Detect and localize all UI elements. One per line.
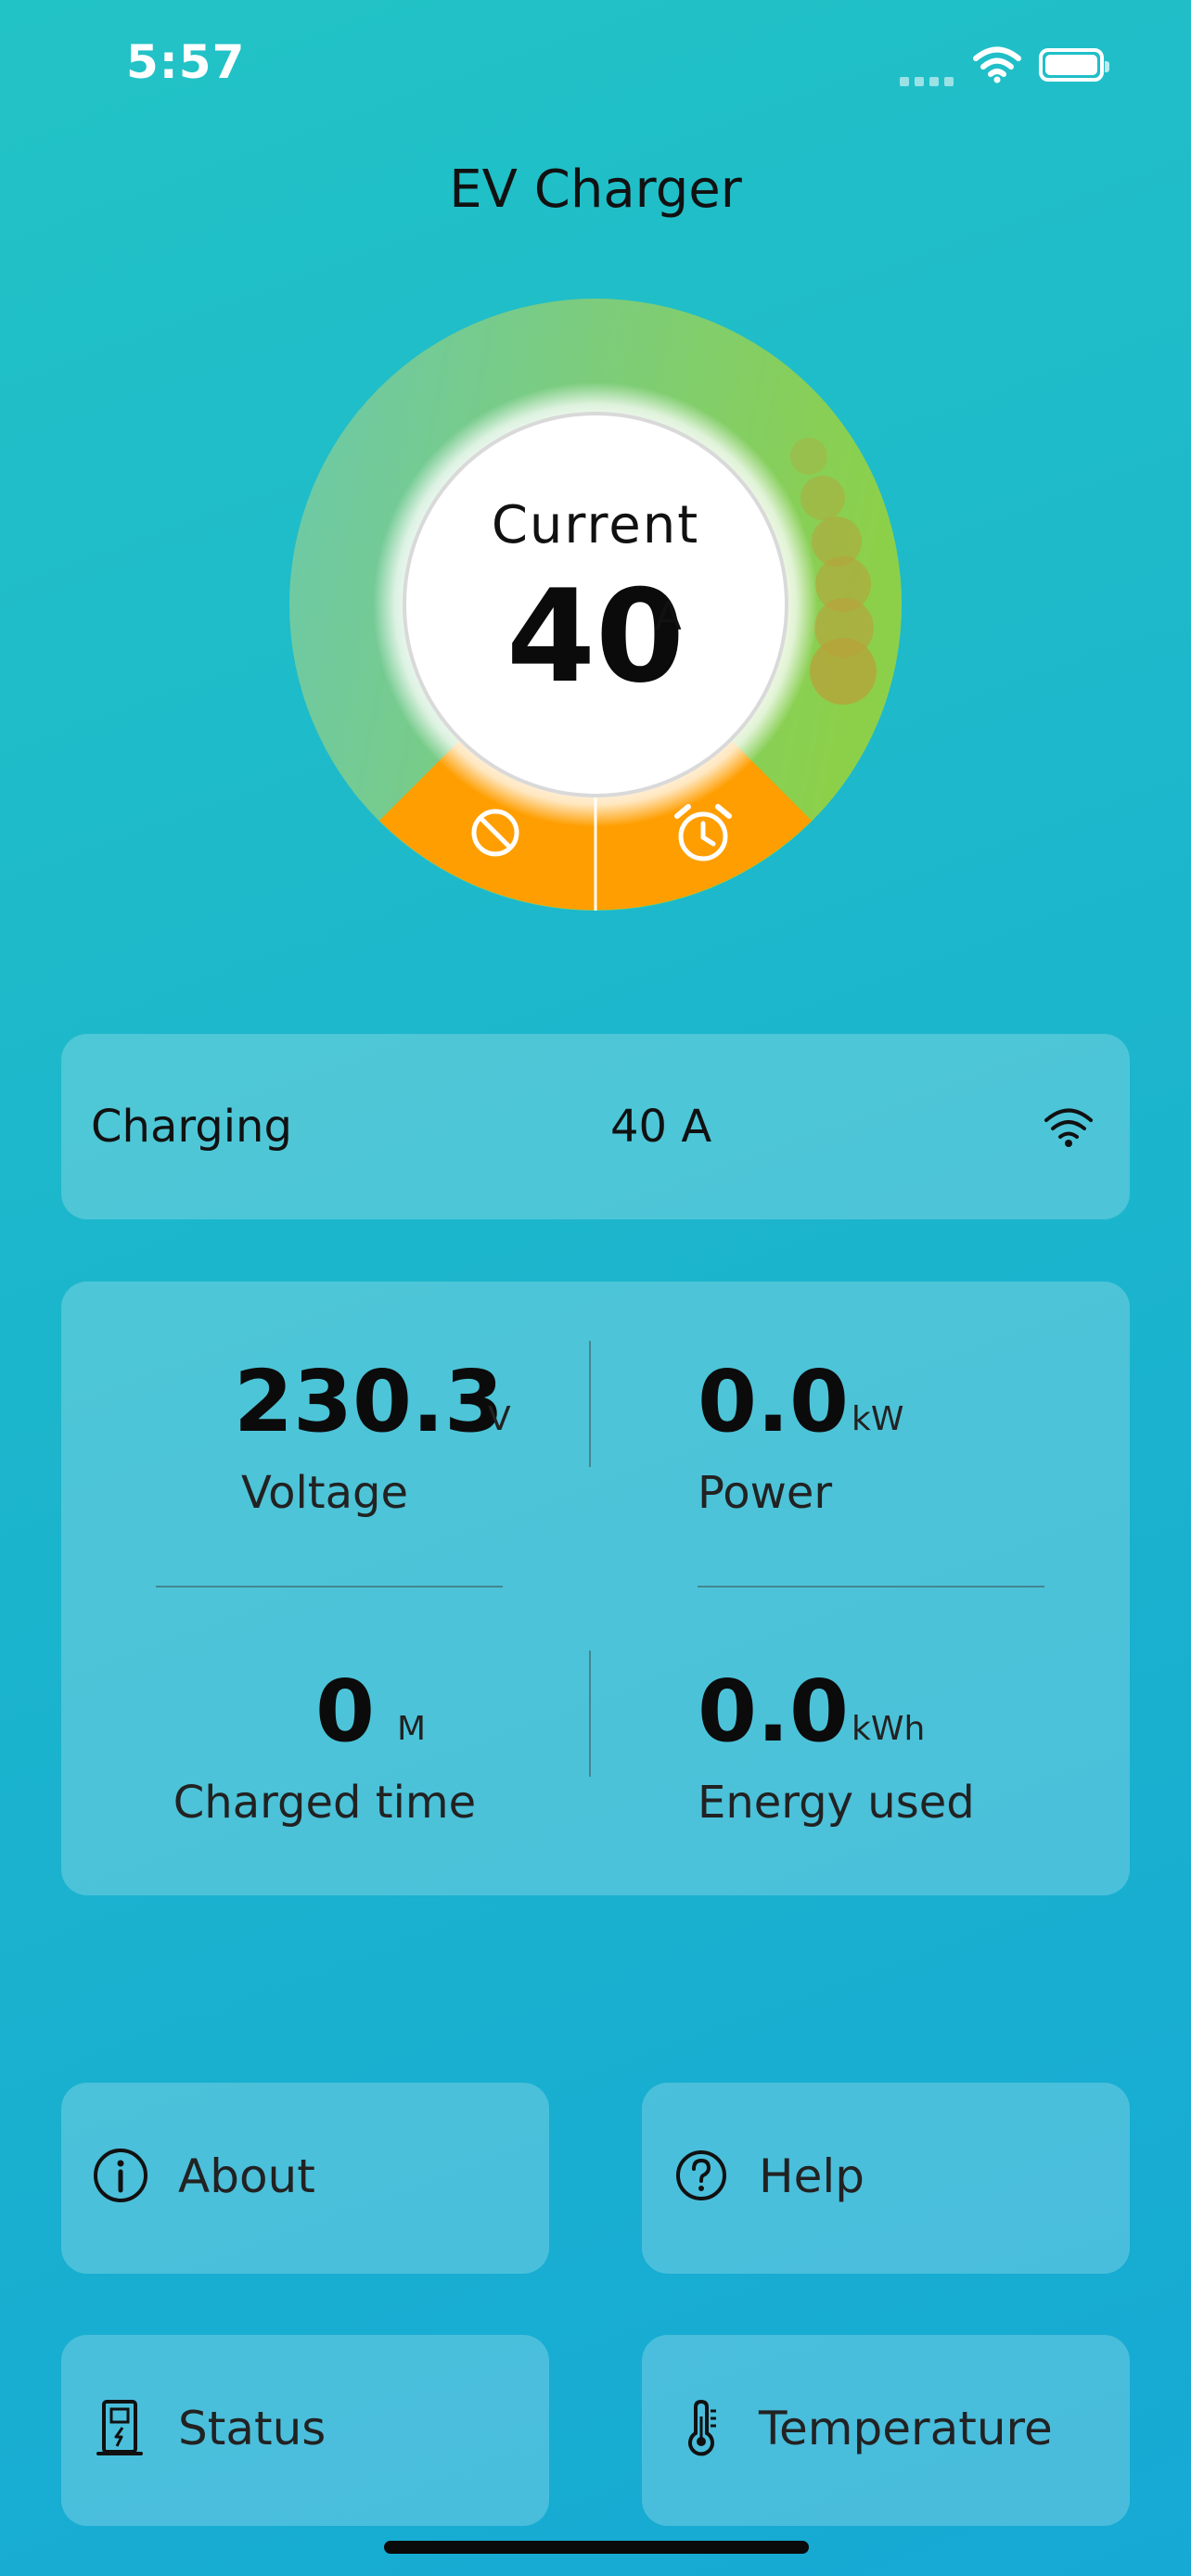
wifi-icon xyxy=(1043,1104,1095,1153)
gauge-value: 40 xyxy=(506,562,685,711)
metrics-divider-right xyxy=(698,1586,1044,1588)
energy-used-label: Energy used xyxy=(698,1777,975,1829)
stop-icon[interactable] xyxy=(469,807,521,862)
about-label: About xyxy=(178,2149,315,2203)
status-bar-time: 5:57 xyxy=(126,35,246,89)
temperature-label: Temperature xyxy=(759,2402,1053,2455)
power-label: Power xyxy=(698,1467,833,1519)
metrics-divider-vertical-top xyxy=(589,1341,591,1467)
temperature-button[interactable]: Temperature xyxy=(642,2335,1130,2526)
energy-used-unit: kWh xyxy=(852,1710,926,1748)
charged-time-unit: M xyxy=(397,1710,427,1748)
metrics-card: 230.3 V Voltage 0.0 kW Power 0 M Charged… xyxy=(61,1282,1130,1895)
power-unit: kW xyxy=(852,1400,904,1438)
metrics-divider-vertical-bottom xyxy=(589,1651,591,1777)
gauge-label: Current xyxy=(491,495,700,555)
question-icon xyxy=(672,2146,731,2205)
status-button[interactable]: Status xyxy=(61,2335,549,2526)
battery-icon xyxy=(1039,48,1109,82)
help-button[interactable]: Help xyxy=(642,2083,1130,2274)
gauge-unit: A xyxy=(655,593,682,639)
page-title: EV Charger xyxy=(449,159,742,220)
charging-current-value: 40 A xyxy=(610,1101,712,1153)
info-icon xyxy=(91,2146,150,2205)
thermometer-icon xyxy=(672,2398,731,2457)
energy-used-value: 0.0 xyxy=(698,1662,849,1761)
voltage-label: Voltage xyxy=(240,1467,409,1519)
charged-time-value: 0 xyxy=(315,1662,376,1761)
charging-status-card: Charging 40 A xyxy=(61,1034,1130,1219)
charged-time-label: Charged time xyxy=(173,1777,477,1829)
status-label: Status xyxy=(178,2402,327,2455)
about-button[interactable]: About xyxy=(61,2083,549,2274)
charging-status-label: Charging xyxy=(91,1101,292,1153)
voltage-value: 230.3 xyxy=(234,1352,505,1451)
power-value: 0.0 xyxy=(698,1352,849,1451)
cellular-signal-icon xyxy=(900,72,959,90)
voltage-unit: V xyxy=(488,1400,511,1438)
help-label: Help xyxy=(759,2149,864,2203)
charger-station-icon xyxy=(91,2398,150,2457)
metrics-divider-left xyxy=(156,1586,503,1588)
home-indicator[interactable] xyxy=(384,2541,809,2554)
alarm-clock-icon[interactable] xyxy=(670,799,736,870)
status-wifi-icon xyxy=(972,45,1022,87)
